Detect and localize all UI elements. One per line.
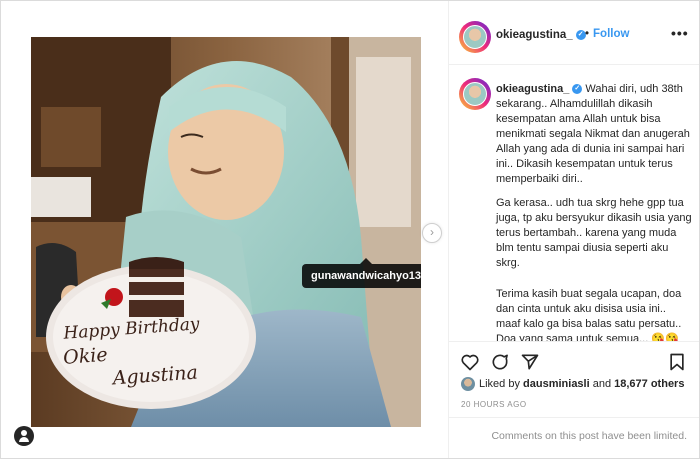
caption-paragraph-1: okieagustina_ ✓ Wahai diri, udh 38th seka… — [496, 82, 692, 187]
verified-badge-icon: ✓ — [572, 84, 583, 95]
caption-username-text: okieagustina_ — [496, 83, 570, 95]
header-username[interactable]: okieagustina_ ✓ — [496, 29, 586, 41]
caption-text: okieagustina_ ✓ Wahai diri, udh 38th seka… — [496, 82, 692, 342]
likes-summary: Liked by dausminiasli and 18,677 others — [461, 377, 684, 391]
likes-prefix: Liked by — [479, 377, 524, 390]
bookmark-icon[interactable] — [667, 352, 687, 372]
header-username-text: okieagustina_ — [496, 29, 573, 41]
avatar-image — [463, 82, 487, 106]
likes-others-link[interactable]: 18,677 others — [614, 378, 684, 390]
carousel-next-button[interactable]: › — [422, 223, 442, 243]
follow-label: Follow — [593, 28, 630, 40]
caption-paragraph-3: Terima kasih buat segala ucapan, doa dan… — [496, 288, 682, 342]
comments-limited-notice: Comments on this post have been limited. — [449, 417, 699, 457]
post-sidebar: okieagustina_ ✓ • Follow ••• okieagustina_… — [449, 1, 699, 458]
post-header: okieagustina_ ✓ • Follow ••• — [449, 1, 699, 65]
share-icon[interactable] — [520, 352, 540, 372]
person-icon-body — [19, 437, 29, 442]
cake-plate-writing: Happy Birthday Okie Agustina — [59, 308, 264, 394]
header-avatar[interactable] — [459, 21, 491, 53]
chevron-right-icon: › — [430, 225, 434, 239]
follow-button[interactable]: • Follow — [585, 28, 629, 40]
caption-avatar[interactable] — [459, 78, 491, 110]
heart-icon[interactable] — [460, 352, 480, 372]
avatar-image — [463, 25, 487, 49]
caption-area: okieagustina_ ✓ Wahai diri, udh 38th seka… — [449, 65, 699, 342]
post-timestamp[interactable]: 20 HOURS AGO — [461, 400, 527, 409]
caption-paragraph-1-text: Wahai diri, udh 38th sekarang.. Alhamdul… — [496, 83, 690, 185]
liker-avatar[interactable] — [461, 377, 475, 391]
tagged-users-button[interactable] — [14, 426, 34, 446]
caption-paragraph-2: Ga kerasa.. udh tua skrg hehe gpp tua ju… — [496, 197, 692, 269]
post-actions-bar — [449, 342, 699, 382]
photo-user-tag[interactable]: gunawandwicahyo13 — [302, 258, 421, 288]
instagram-post-frame: gunawandwicahyo13 Happy Birthday Okie Ag… — [0, 0, 700, 459]
photo-user-tag-label: gunawandwicahyo13 — [311, 270, 421, 282]
header-separator: • — [585, 28, 590, 40]
liker-username[interactable]: dausminiasli — [523, 378, 590, 390]
person-icon — [21, 430, 27, 436]
more-options-icon[interactable]: ••• — [671, 25, 689, 41]
post-photo[interactable]: gunawandwicahyo13 Happy Birthday Okie Ag… — [31, 37, 421, 427]
likes-middle: and — [589, 377, 615, 390]
caption-username[interactable]: okieagustina_ ✓ — [496, 83, 583, 95]
comment-icon[interactable] — [490, 352, 510, 372]
post-media-panel: gunawandwicahyo13 Happy Birthday Okie Ag… — [1, 1, 449, 458]
